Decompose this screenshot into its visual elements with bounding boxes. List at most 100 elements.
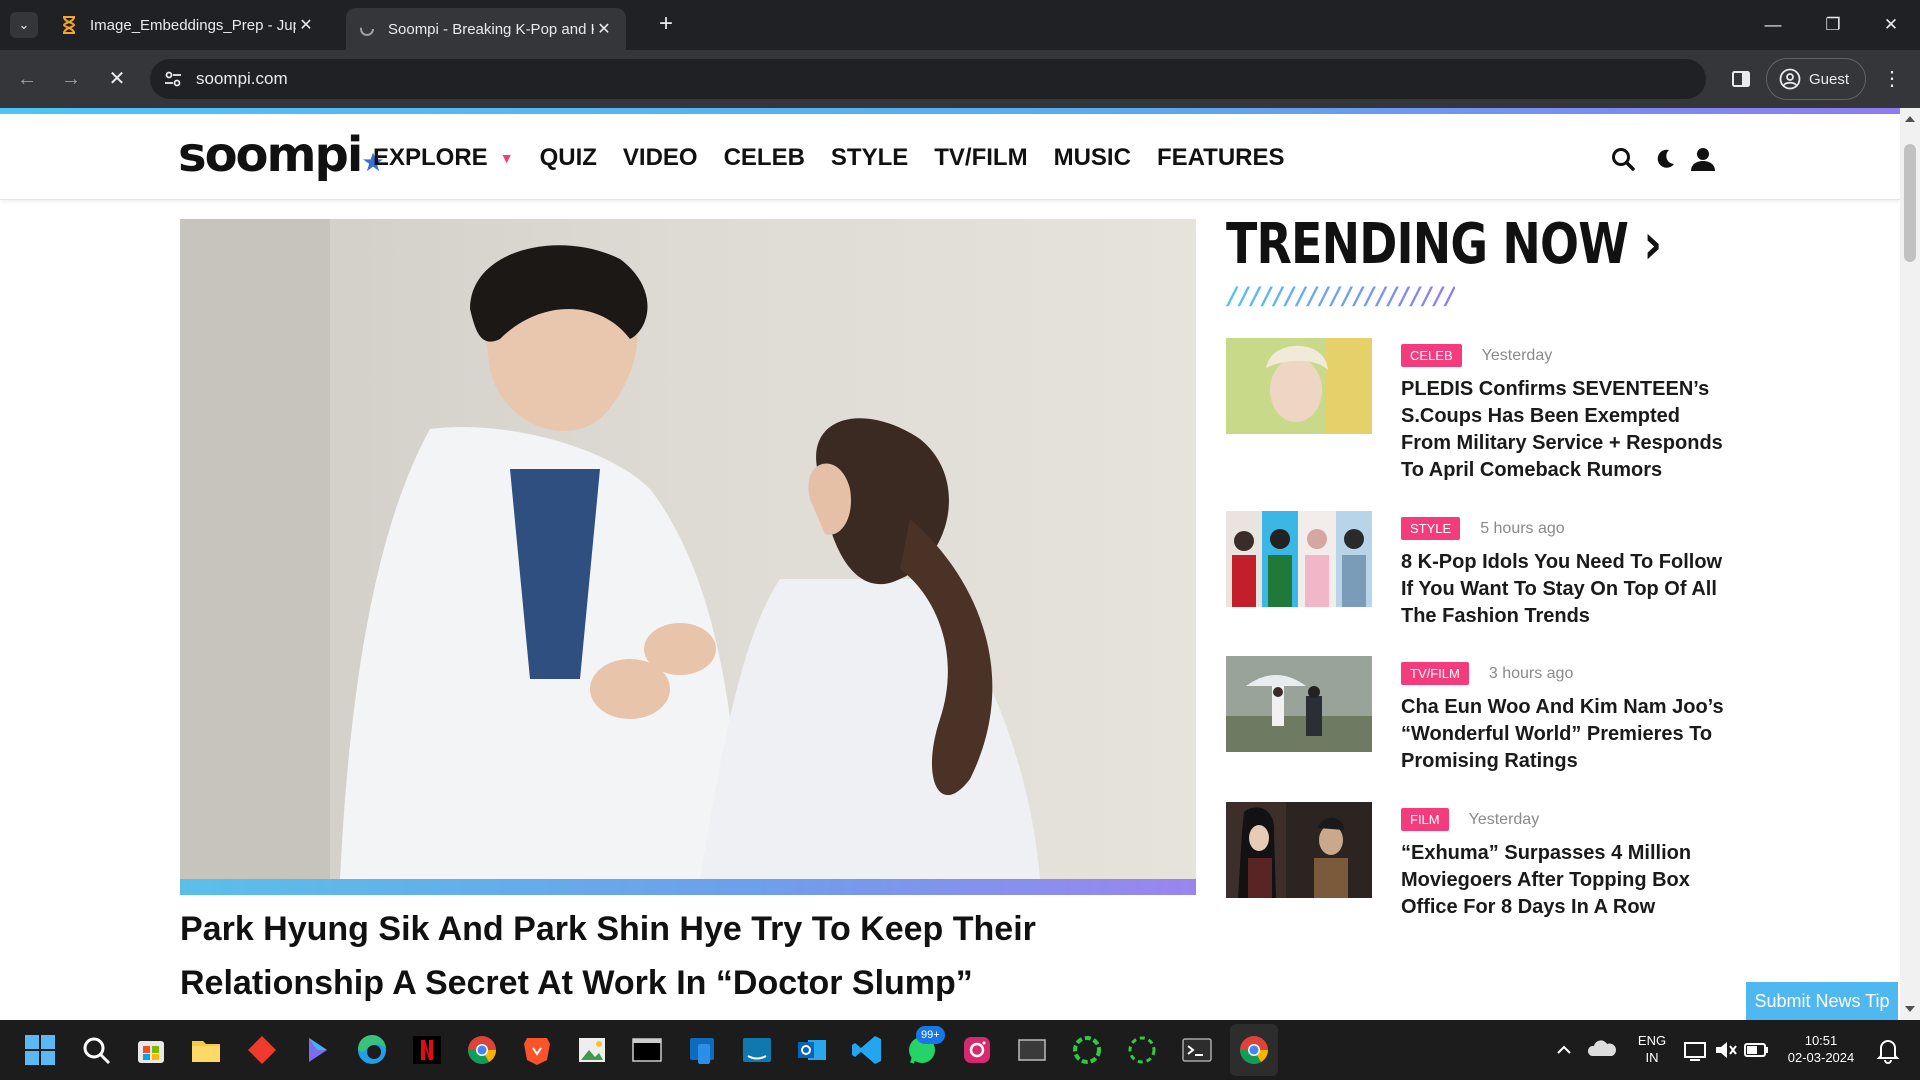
copilot-icon[interactable] bbox=[299, 1032, 335, 1068]
scroll-down-icon[interactable] bbox=[1905, 1006, 1915, 1012]
search-icon[interactable] bbox=[1610, 146, 1636, 172]
outlook-icon[interactable] bbox=[794, 1032, 830, 1068]
dark-mode-icon[interactable] bbox=[1652, 146, 1678, 172]
tab-close-icon[interactable]: ✕ bbox=[594, 19, 614, 39]
scroll-up-icon[interactable] bbox=[1905, 116, 1915, 122]
scrollbar-thumb[interactable] bbox=[1904, 144, 1916, 262]
trending-title[interactable]: “Exhuma” Surpasses 4 Million Moviegoers … bbox=[1401, 840, 1731, 921]
trending-meta: STYLE 5 hours ago bbox=[1401, 517, 1565, 540]
category-badge[interactable]: TV/FILM bbox=[1401, 662, 1469, 685]
sync-status-icon[interactable] bbox=[1069, 1032, 1105, 1068]
trending-title[interactable]: Cha Eun Woo And Kim Nam Joo’s “Wonderful… bbox=[1401, 694, 1731, 775]
search-icon[interactable] bbox=[78, 1032, 114, 1068]
more-menu-icon[interactable]: ⋮ bbox=[1880, 64, 1904, 94]
clock[interactable]: 10:51 02-03-2024 bbox=[1778, 1032, 1864, 1066]
chevron-up-icon[interactable] bbox=[1546, 1032, 1582, 1068]
tab-jupyter[interactable]: Image_Embeddings_Prep - Jupyter ✕ bbox=[48, 6, 328, 44]
trending-title[interactable]: 8 K-Pop Idols You Need To Follow If You … bbox=[1401, 549, 1731, 630]
trending-meta: CELEB Yesterday bbox=[1401, 344, 1552, 367]
image-viewer-icon[interactable] bbox=[574, 1032, 610, 1068]
back-icon[interactable]: ← bbox=[12, 64, 42, 94]
category-badge[interactable]: CELEB bbox=[1401, 344, 1462, 367]
profile-label: Guest bbox=[1809, 70, 1850, 88]
terminal-icon[interactable] bbox=[1179, 1032, 1215, 1068]
close-window-icon[interactable]: ✕ bbox=[1868, 10, 1914, 40]
explore-dropdown-icon[interactable]: ▼ bbox=[500, 150, 514, 166]
hero-title[interactable]: Park Hyung Sik And Park Shin Hye Try To … bbox=[180, 902, 1196, 1010]
stop-loading-icon[interactable]: ✕ bbox=[102, 64, 132, 94]
phone-link-icon[interactable] bbox=[684, 1032, 720, 1068]
logo-text: soompi bbox=[178, 127, 363, 183]
category-badge[interactable]: STYLE bbox=[1401, 517, 1461, 540]
tab-soompi[interactable]: Soompi - Breaking K-Pop and K ✕ bbox=[346, 8, 626, 50]
timestamp: Yesterday bbox=[1468, 810, 1540, 828]
forward-icon[interactable]: → bbox=[56, 64, 86, 94]
trending-title[interactable]: PLEDIS Confirms SEVENTEEN’s S.Coups Has … bbox=[1401, 376, 1731, 484]
nav-music[interactable]: MUSIC bbox=[1054, 144, 1131, 172]
trending-thumbnail[interactable] bbox=[1226, 656, 1372, 752]
chevron-right-icon: › bbox=[1643, 212, 1662, 277]
new-tab-button[interactable]: + bbox=[651, 10, 681, 40]
account-icon[interactable] bbox=[1690, 146, 1716, 172]
trending-thumbnail[interactable] bbox=[1226, 338, 1372, 434]
browser-tab-strip: ⌄ Image_Embeddings_Prep - Jupyter ✕ Soom… bbox=[0, 0, 1920, 50]
nav-features[interactable]: FEATURES bbox=[1157, 144, 1285, 172]
hero-image[interactable] bbox=[180, 219, 1196, 879]
timestamp: 5 hours ago bbox=[1480, 519, 1565, 537]
instagram-icon[interactable] bbox=[959, 1032, 995, 1068]
windows-taskbar: 99+ ENG IN 10:51 02-03-2024 bbox=[0, 1020, 1920, 1080]
notification-bell-icon[interactable] bbox=[1874, 1032, 1902, 1068]
terminal-window-icon[interactable] bbox=[629, 1032, 665, 1068]
minimize-icon[interactable]: — bbox=[1750, 10, 1796, 40]
nav-quiz[interactable]: QUIZ bbox=[540, 144, 597, 172]
trending-thumbnail[interactable] bbox=[1226, 802, 1372, 898]
trending-thumbnail[interactable] bbox=[1226, 511, 1372, 607]
nav-tv-film[interactable]: TV/FILM bbox=[934, 144, 1027, 172]
windows-start-icon[interactable] bbox=[22, 1032, 58, 1068]
brave-icon[interactable] bbox=[519, 1032, 555, 1068]
tab-search-button[interactable]: ⌄ bbox=[10, 12, 38, 38]
nav-celeb[interactable]: CELEB bbox=[724, 144, 805, 172]
browser-toolbar: ← → ✕ soompi.com Guest ⋮ bbox=[0, 50, 1920, 108]
file-explorer-icon[interactable] bbox=[188, 1032, 224, 1068]
volume-muted-icon[interactable] bbox=[1712, 1032, 1740, 1068]
restore-icon[interactable]: ❐ bbox=[1810, 10, 1856, 40]
edge-icon[interactable] bbox=[354, 1032, 390, 1068]
chrome-icon[interactable] bbox=[1236, 1032, 1272, 1068]
category-badge[interactable]: FILM bbox=[1401, 808, 1449, 831]
app-window-icon[interactable] bbox=[1014, 1032, 1050, 1068]
profile-button[interactable]: Guest bbox=[1766, 58, 1866, 100]
hourglass-icon bbox=[60, 16, 78, 34]
netflix-icon[interactable] bbox=[409, 1032, 445, 1068]
side-panel-icon[interactable] bbox=[1726, 64, 1756, 94]
nav-video[interactable]: VIDEO bbox=[623, 144, 698, 172]
tab-title: Soompi - Breaking K-Pop and K bbox=[388, 20, 594, 38]
anydesk-icon[interactable] bbox=[244, 1032, 280, 1068]
store-icon[interactable] bbox=[133, 1032, 169, 1068]
trending-heading[interactable]: TRENDING NOW › bbox=[1226, 212, 1662, 277]
address-bar[interactable]: soompi.com bbox=[150, 59, 1706, 99]
vscode-icon[interactable] bbox=[849, 1032, 885, 1068]
nav-explore[interactable]: EXPLORE bbox=[373, 144, 488, 172]
submit-news-tip-button[interactable]: Submit News Tip bbox=[1746, 982, 1898, 1020]
timestamp: Yesterday bbox=[1481, 346, 1553, 364]
tab-close-icon[interactable]: ✕ bbox=[296, 15, 316, 35]
trending-heading-text: TRENDING NOW bbox=[1226, 212, 1629, 277]
language-indicator[interactable]: ENG IN bbox=[1632, 1032, 1672, 1066]
loading-icon bbox=[358, 20, 376, 38]
url-text: soompi.com bbox=[196, 69, 288, 88]
language-text: ENG bbox=[1637, 1033, 1667, 1048]
hero-article[interactable] bbox=[180, 219, 1196, 895]
site-info-icon[interactable] bbox=[162, 68, 184, 90]
page-scrollbar[interactable] bbox=[1900, 108, 1920, 1020]
trending-divider: //////////////////// bbox=[1226, 282, 1458, 310]
nav-style[interactable]: STYLE bbox=[831, 144, 908, 172]
onedrive-icon[interactable] bbox=[1584, 1032, 1620, 1068]
sync-status-icon[interactable] bbox=[1124, 1032, 1160, 1068]
timestamp: 3 hours ago bbox=[1488, 664, 1574, 682]
network-icon[interactable] bbox=[1682, 1032, 1710, 1068]
soompi-logo[interactable]: soompi★ bbox=[178, 127, 385, 190]
prime-video-icon[interactable] bbox=[739, 1032, 775, 1068]
battery-icon[interactable] bbox=[1742, 1032, 1770, 1068]
chrome-icon[interactable] bbox=[464, 1032, 500, 1068]
